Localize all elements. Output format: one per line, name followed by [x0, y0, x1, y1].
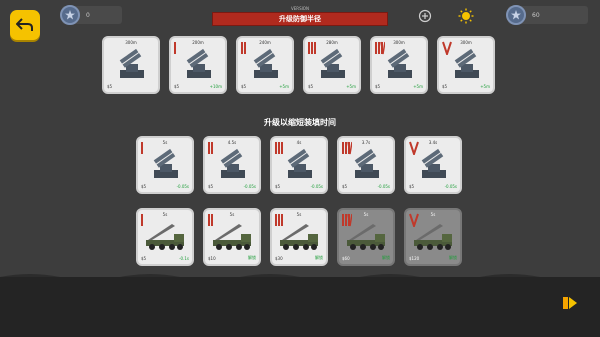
- card-bonus: +10m: [209, 84, 222, 89]
- reload-card[interactable]: 3.7s $5 -0.05s: [337, 136, 395, 194]
- card-price: $5: [107, 84, 113, 89]
- sun-icon: [458, 8, 474, 24]
- card-price: $5: [174, 84, 180, 89]
- card-bonus: 解锁: [382, 255, 390, 260]
- radius-card[interactable]: 240m $5 +5m: [236, 36, 294, 94]
- missile-launcher-icon: [454, 48, 479, 78]
- card-value: 5s: [363, 212, 369, 217]
- card-bonus: -0.05s: [310, 184, 323, 189]
- card-bonus: +5m: [279, 84, 289, 89]
- missile-launcher-icon: [119, 48, 144, 78]
- daynight-button[interactable]: [457, 7, 475, 25]
- card-price: $5: [409, 184, 415, 189]
- star-icon: [60, 5, 80, 25]
- play-icon[interactable]: [562, 295, 578, 311]
- card-value: 240m: [259, 40, 271, 45]
- truck-card[interactable]: 5s $10 解锁: [203, 208, 261, 266]
- card-price: $5: [308, 84, 314, 89]
- card-value: 5s: [296, 212, 302, 217]
- card-price: $60: [342, 256, 350, 261]
- crosshair-button[interactable]: [416, 7, 434, 25]
- card-bonus: 解锁: [248, 255, 256, 260]
- radius-card[interactable]: 300m $5 +5m: [370, 36, 428, 94]
- radius-card[interactable]: 300m $5 +5m: [437, 36, 495, 94]
- gem-counter: 60: [506, 4, 540, 26]
- card-bonus: -0.05s: [377, 184, 390, 189]
- reload-card[interactable]: 4s $5 -0.05s: [270, 136, 328, 194]
- missile-launcher-icon: [320, 48, 345, 78]
- card-bonus: +5m: [346, 84, 356, 89]
- radius-card[interactable]: 200m $5 +10m: [169, 36, 227, 94]
- page-title: 升级防御半径: [212, 12, 388, 26]
- truck-card[interactable]: 5s $5 -0.1s: [136, 208, 194, 266]
- card-value: 5s: [229, 212, 235, 217]
- coin-counter: 0: [60, 4, 90, 26]
- card-price: $5: [241, 84, 247, 89]
- card-price: $30: [275, 256, 283, 261]
- missile-truck-icon: [347, 224, 385, 250]
- missile-launcher-icon: [253, 48, 278, 78]
- missile-launcher-icon: [287, 148, 312, 178]
- card-bonus: +5m: [480, 84, 490, 89]
- missile-truck-icon: [280, 224, 318, 250]
- card-price: $5: [442, 84, 448, 89]
- card-value: 3.7s: [361, 140, 371, 145]
- back-arrow-icon: [16, 18, 33, 31]
- card-price: $5: [141, 256, 147, 261]
- reload-card[interactable]: 3.4s $5 -0.05s: [404, 136, 462, 194]
- radius-card[interactable]: 300m $5: [102, 36, 160, 94]
- coin-value: 0: [86, 11, 90, 19]
- missile-truck-icon: [414, 224, 452, 250]
- truck-card[interactable]: 5s $60 解锁: [337, 208, 395, 266]
- card-value: 300m: [125, 40, 137, 45]
- card-value: 5s: [162, 140, 168, 145]
- card-value: 5s: [162, 212, 168, 217]
- missile-launcher-icon: [220, 148, 245, 178]
- card-value: 280m: [326, 40, 338, 45]
- card-bonus: -0.05s: [243, 184, 256, 189]
- card-value: 4.5s: [227, 140, 237, 145]
- card-price: $5: [141, 184, 147, 189]
- card-bonus: -0.1s: [179, 256, 189, 261]
- gem-value: 60: [532, 11, 540, 19]
- radius-card[interactable]: 280m $5 +5m: [303, 36, 361, 94]
- card-value: 4s: [296, 140, 302, 145]
- card-bonus: -0.05s: [444, 184, 457, 189]
- missile-launcher-icon: [421, 148, 446, 178]
- missile-launcher-icon: [387, 48, 412, 78]
- reload-card[interactable]: 4.5s $5 -0.05s: [203, 136, 261, 194]
- title-panel: VERSION 升级防御半径: [212, 6, 388, 26]
- card-price: $5: [208, 184, 214, 189]
- card-value: 300m: [393, 40, 405, 45]
- missile-launcher-icon: [153, 148, 178, 178]
- star-icon: [506, 5, 526, 25]
- crosshair-icon: [418, 9, 432, 23]
- card-value: 200m: [192, 40, 204, 45]
- card-bonus: -0.05s: [176, 184, 189, 189]
- card-price: $5: [375, 84, 381, 89]
- truck-card[interactable]: 5s $120 解锁: [404, 208, 462, 266]
- missile-launcher-icon: [186, 48, 211, 78]
- card-price: $5: [342, 184, 348, 189]
- card-value: 3.4s: [428, 140, 438, 145]
- card-price: $5: [275, 184, 281, 189]
- reload-card[interactable]: 5s $5 -0.05s: [136, 136, 194, 194]
- missile-truck-icon: [213, 224, 251, 250]
- card-bonus: +5m: [413, 84, 423, 89]
- truck-card[interactable]: 5s $30 解锁: [270, 208, 328, 266]
- card-price: $120: [409, 256, 420, 261]
- back-button[interactable]: [10, 10, 40, 40]
- card-value: 5s: [430, 212, 436, 217]
- reload-section-title: 升级以缩短装填时间: [264, 118, 336, 127]
- card-bonus: 解锁: [449, 255, 457, 260]
- card-value: 300m: [460, 40, 472, 45]
- missile-truck-icon: [146, 224, 184, 250]
- card-price: $10: [208, 256, 216, 261]
- card-bonus: 解锁: [315, 255, 323, 260]
- ground-panel: [0, 277, 600, 337]
- missile-launcher-icon: [354, 148, 379, 178]
